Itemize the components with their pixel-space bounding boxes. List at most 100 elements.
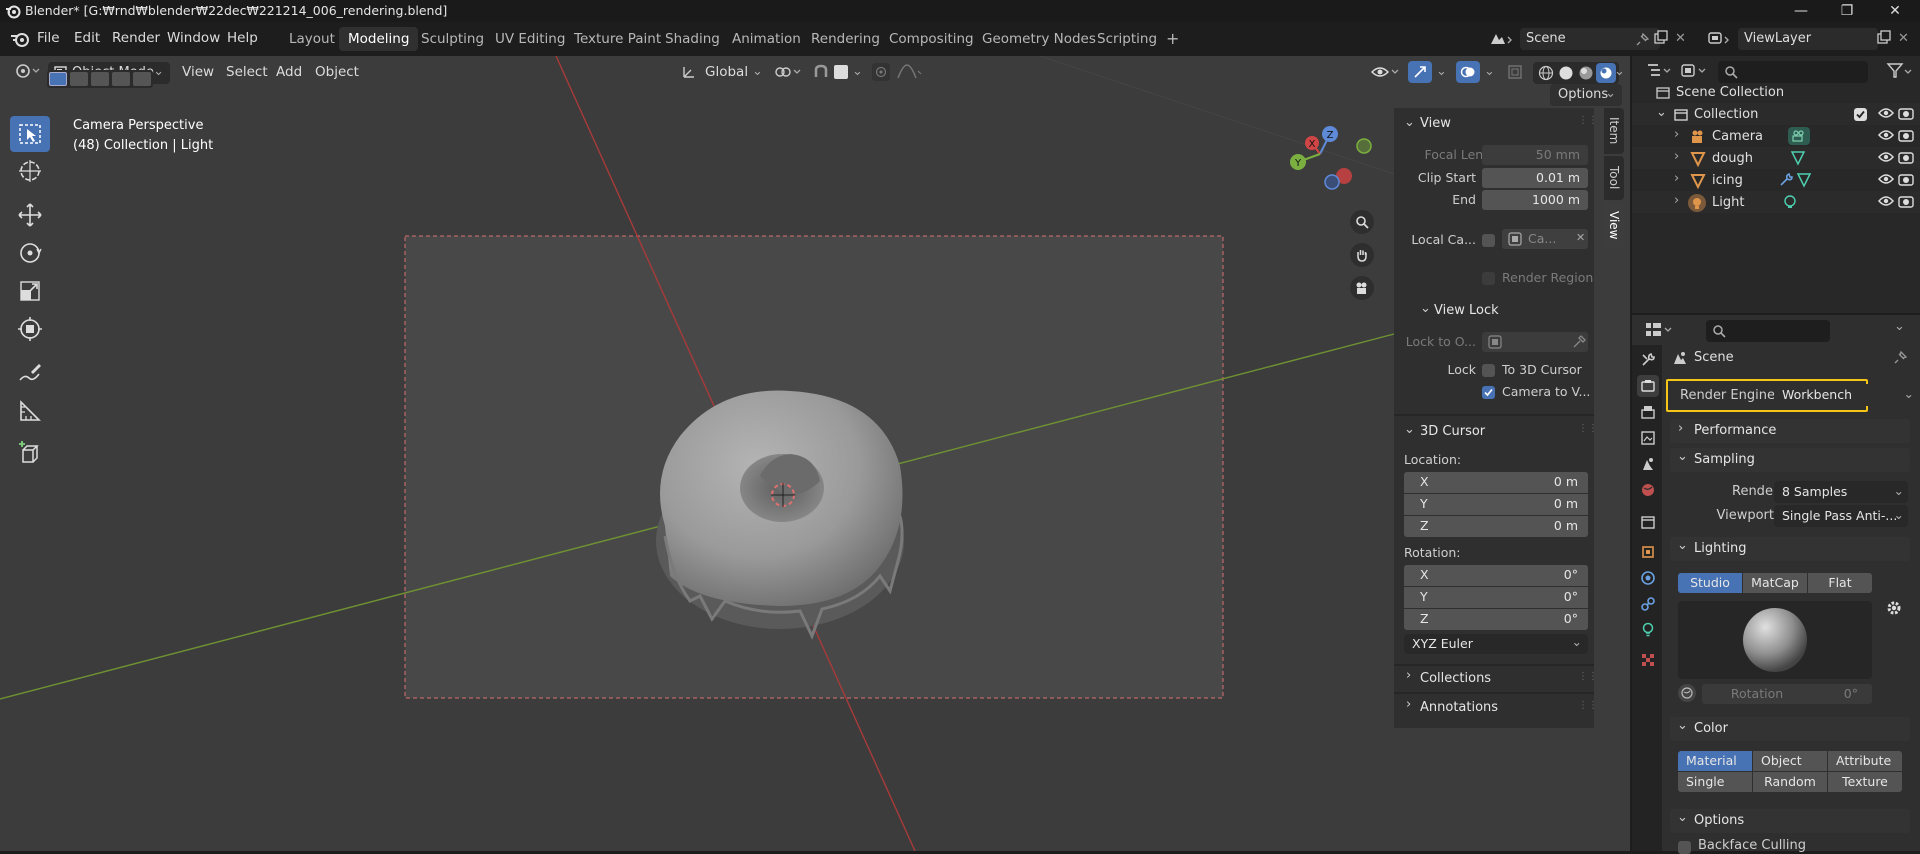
new-scene-icon[interactable] xyxy=(1653,30,1669,46)
rotation-mode-dropdown[interactable]: XYZ Euler ⌄ xyxy=(1404,634,1588,654)
wireframe-shading-icon[interactable] xyxy=(1538,65,1554,81)
cursor-rotation-y[interactable]: Y 0° xyxy=(1404,587,1588,608)
camera-to-view-checkbox[interactable] xyxy=(1482,386,1495,399)
tool-rotate[interactable] xyxy=(10,235,50,271)
tab-sculpting[interactable]: Sculpting xyxy=(412,27,493,51)
visibility-eye-icon[interactable] xyxy=(1878,151,1894,163)
view-layer-icon[interactable] xyxy=(1707,29,1733,49)
navigation-gizmo[interactable]: Z X Y xyxy=(1284,122,1384,202)
camera-view-icon[interactable] xyxy=(1350,276,1374,300)
outliner-row-icing[interactable]: › icing xyxy=(1632,169,1920,191)
mesh-data-icon[interactable] xyxy=(1790,150,1806,166)
view-layer-field[interactable]: ViewLayer xyxy=(1738,28,1878,50)
outliner-editor-icon[interactable] xyxy=(1646,61,1674,81)
outliner-search-input[interactable] xyxy=(1718,61,1868,83)
blender-menu-icon[interactable] xyxy=(10,30,30,48)
tab-compositing[interactable]: Compositing xyxy=(880,27,983,51)
select-mode-subtract-icon[interactable] xyxy=(91,72,109,86)
drag-handle-icon[interactable]: ⋮⋮ xyxy=(1578,115,1598,126)
collections-chevron-icon[interactable]: › xyxy=(1406,668,1411,683)
visibility-eye-icon[interactable] xyxy=(1878,107,1894,119)
cursor-rotation-z[interactable]: Z 0° xyxy=(1404,609,1588,630)
outliner-row-camera[interactable]: › Camera xyxy=(1632,125,1920,147)
color-texture-button[interactable]: Texture xyxy=(1828,772,1902,792)
pin-icon[interactable] xyxy=(1636,32,1650,46)
select-mode-extend-icon[interactable] xyxy=(70,72,88,86)
expand-chevron-icon[interactable]: › xyxy=(1674,171,1679,186)
render-camera-icon[interactable] xyxy=(1898,106,1914,120)
drag-handle-icon[interactable]: ⋮⋮ xyxy=(1578,700,1598,711)
view-lock-chevron-icon[interactable]: ⌄ xyxy=(1420,301,1431,316)
tab-uv-editing[interactable]: UV Editing xyxy=(486,27,574,51)
display-mode-icon[interactable] xyxy=(1680,61,1710,81)
modifier-wrench-icon[interactable] xyxy=(1778,172,1794,188)
tool-add-cube[interactable] xyxy=(10,435,50,471)
pivot-point-icon[interactable] xyxy=(773,63,803,81)
tool-scale[interactable] xyxy=(10,273,50,309)
lighting-section[interactable]: ⌄ Lighting xyxy=(1670,537,1910,561)
cursor-location-y[interactable]: Y 0 m xyxy=(1404,494,1588,515)
physics-tab-icon[interactable] xyxy=(1637,567,1659,589)
viewport-menu-view[interactable]: View xyxy=(182,64,214,80)
collection-tab-icon[interactable] xyxy=(1637,511,1659,533)
tab-geometry-nodes[interactable]: Geometry Nodes xyxy=(973,27,1105,51)
tool-select-box[interactable] xyxy=(10,116,50,152)
solid-shading-icon[interactable] xyxy=(1558,65,1574,81)
camera-data-icon[interactable] xyxy=(1788,127,1810,145)
tab-shading[interactable]: Shading xyxy=(656,27,729,51)
color-material-button[interactable]: Material xyxy=(1678,751,1752,771)
tool-move[interactable] xyxy=(10,197,50,233)
view-section-chevron-icon[interactable]: ⌄ xyxy=(1404,115,1415,130)
render-tab-icon[interactable] xyxy=(1637,375,1659,397)
mesh-data-icon[interactable] xyxy=(1796,172,1812,188)
render-camera-icon[interactable] xyxy=(1898,150,1914,164)
properties-editor-icon[interactable] xyxy=(1644,320,1674,340)
menu-help[interactable]: Help xyxy=(227,30,258,46)
select-mode-intersect-icon[interactable] xyxy=(133,72,151,86)
view-layer-tab-icon[interactable] xyxy=(1637,427,1659,449)
expand-chevron-icon[interactable]: › xyxy=(1674,127,1679,142)
editor-type-icon[interactable] xyxy=(14,61,42,81)
outliner-row-light[interactable]: › Light xyxy=(1632,191,1920,213)
material-shading-icon[interactable] xyxy=(1578,65,1594,81)
texture-tab-icon[interactable] xyxy=(1637,649,1659,671)
local-camera-checkbox[interactable] xyxy=(1482,234,1495,247)
performance-section[interactable]: › Performance xyxy=(1670,419,1910,443)
overlays-toggle-icon[interactable] xyxy=(1456,61,1480,83)
color-random-button[interactable]: Random xyxy=(1753,772,1827,792)
select-mode-invert-icon[interactable] xyxy=(112,72,130,86)
cursor-location-z[interactable]: Z 0 m xyxy=(1404,516,1588,537)
eyedropper-icon[interactable] xyxy=(1572,335,1586,349)
collections-section-title[interactable]: Collections xyxy=(1420,671,1491,686)
visibility-eye-icon[interactable] xyxy=(1878,173,1894,185)
options-dropdown[interactable]: Options ⌄ xyxy=(1550,84,1622,106)
pin-icon[interactable] xyxy=(1894,350,1908,364)
clip-end-field[interactable]: 1000 m xyxy=(1482,190,1588,210)
view-lock-title[interactable]: View Lock xyxy=(1434,303,1499,318)
filter-icon[interactable] xyxy=(1886,62,1916,80)
sidebar-tab-item[interactable]: Item xyxy=(1604,108,1624,154)
light-data-tab-icon[interactable] xyxy=(1637,619,1659,641)
viewport-menu-select[interactable]: Select xyxy=(226,64,268,80)
color-single-button[interactable]: Single xyxy=(1678,772,1752,792)
render-camera-icon[interactable] xyxy=(1898,128,1914,142)
render-camera-icon[interactable] xyxy=(1898,194,1914,208)
drag-handle-icon[interactable]: ⋮⋮ xyxy=(1578,423,1598,434)
world-tab-icon[interactable] xyxy=(1637,479,1659,501)
output-tab-icon[interactable] xyxy=(1637,401,1659,423)
render-camera-icon[interactable] xyxy=(1898,172,1914,186)
delete-scene-icon[interactable]: ✕ xyxy=(1675,31,1686,46)
properties-options-chevron-icon[interactable]: ⌄ xyxy=(1894,319,1905,334)
color-attribute-button[interactable]: Attribute xyxy=(1828,751,1902,771)
constraints-tab-icon[interactable] xyxy=(1637,593,1659,615)
expand-chevron-icon[interactable]: › xyxy=(1674,149,1679,164)
zoom-icon[interactable] xyxy=(1350,210,1374,234)
minimize-button[interactable]: — xyxy=(1778,0,1824,22)
exclude-checkbox[interactable] xyxy=(1854,108,1867,121)
add-workspace-button[interactable]: + xyxy=(1157,25,1188,49)
viewport-samples-dropdown[interactable]: Single Pass Anti-... ⌄ xyxy=(1774,505,1908,527)
scene-icon[interactable] xyxy=(1488,29,1514,49)
falloff-icon[interactable] xyxy=(896,63,924,81)
tool-tab-icon[interactable] xyxy=(1637,349,1659,371)
sampling-section[interactable]: ⌄ Sampling xyxy=(1670,448,1910,472)
